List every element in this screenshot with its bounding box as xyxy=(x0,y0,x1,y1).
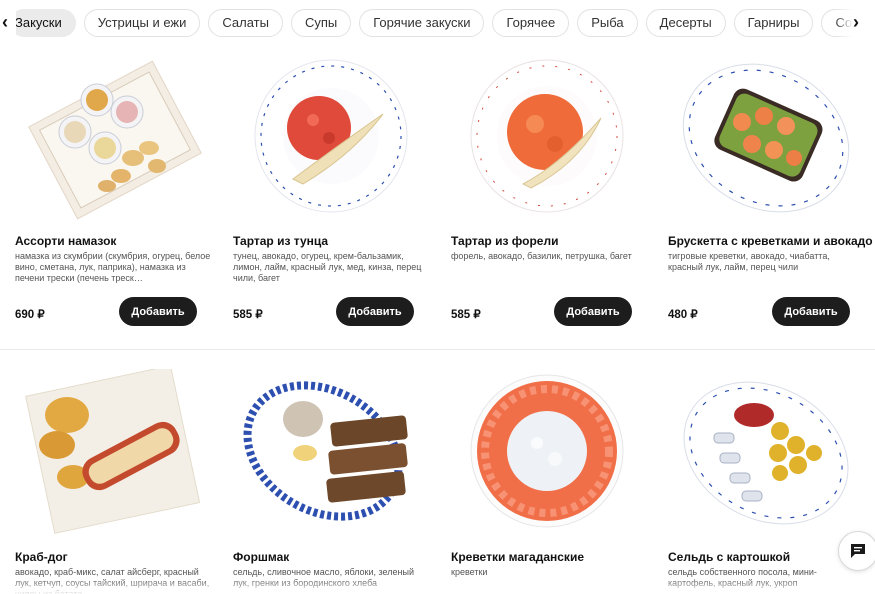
product-description: тигровые креветки, авокадо, чиабатта, кр… xyxy=(668,251,830,272)
product-title[interactable]: Тартар из тунца xyxy=(233,234,328,248)
product-description: тунец, авокадо, огурец, крем-бальзамик, … xyxy=(233,251,422,283)
bottom-fade xyxy=(0,578,875,594)
product-title[interactable]: Краб-дог xyxy=(15,550,68,564)
tab-oysters[interactable]: Устрицы и ежи xyxy=(83,9,201,37)
add-to-cart-button[interactable]: Добавить xyxy=(336,297,414,326)
tab-soups[interactable]: Супы xyxy=(290,9,352,37)
product-card[interactable]: Сельдь с картошкой сельдь собственного п… xyxy=(668,369,868,594)
tab-hot-starters[interactable]: Горячие закуски xyxy=(359,9,485,37)
crab-dog-photo[interactable] xyxy=(15,365,215,539)
trout-tartare-photo[interactable] xyxy=(451,54,651,224)
tab-salads[interactable]: Салаты xyxy=(208,9,283,37)
product-description: форель, авокадо, базилик, петрушка, баге… xyxy=(451,251,632,261)
tuna-tartare-photo[interactable] xyxy=(233,54,433,224)
tab-zakuski[interactable]: Закуски xyxy=(10,9,76,37)
product-price: 480 ₽ xyxy=(668,309,698,321)
tab-sides[interactable]: Гарниры xyxy=(733,9,814,37)
product-description: намазка из скумбрии (скумбрия, огурец, б… xyxy=(15,251,211,283)
chat-button[interactable] xyxy=(838,531,875,571)
herring-potatoes-photo[interactable] xyxy=(668,369,868,539)
product-price: 585 ₽ xyxy=(451,309,481,321)
spreads-assortment-photo[interactable] xyxy=(15,54,215,224)
product-title[interactable]: Креветки магаданские xyxy=(451,550,584,564)
product-title[interactable]: Сельдь с картошкой xyxy=(668,550,790,564)
add-to-cart-button[interactable]: Добавить xyxy=(554,297,632,326)
add-to-cart-button[interactable]: Добавить xyxy=(772,297,850,326)
forshmak-photo[interactable] xyxy=(233,369,433,539)
category-tabs: Закуски Устрицы и ежи Салаты Супы Горячи… xyxy=(10,9,875,37)
product-description: креветки xyxy=(451,567,488,577)
product-card[interactable]: Форшмак сельдь, сливочное масло, яблоки,… xyxy=(233,369,433,594)
chat-bubble-icon xyxy=(851,544,865,558)
tab-fish[interactable]: Рыба xyxy=(577,9,638,37)
product-price: 585 ₽ xyxy=(233,309,263,321)
chevron-right-icon[interactable]: › xyxy=(845,10,867,34)
product-card[interactable]: Краб-дог авокадо, краб-микс, салат айсбе… xyxy=(15,365,215,594)
add-to-cart-button[interactable]: Добавить xyxy=(119,297,197,326)
shrimp-bruschetta-photo[interactable] xyxy=(668,54,868,224)
product-title[interactable]: Форшмак xyxy=(233,550,289,564)
product-card[interactable]: Креветки магаданские креветки xyxy=(451,369,651,594)
tab-hot-dishes[interactable]: Горячее xyxy=(492,9,570,37)
row-divider xyxy=(0,349,875,350)
product-title[interactable]: Ассорти намазок xyxy=(15,234,116,248)
product-title[interactable]: Брускетта с креветками и авокадо xyxy=(668,234,873,248)
category-tabs-bar: Закуски Устрицы и ежи Салаты Супы Горячи… xyxy=(0,0,875,46)
tab-desserts[interactable]: Десерты xyxy=(645,9,726,37)
product-card[interactable]: Ассорти намазок намазка из скумбрии (ску… xyxy=(15,54,215,344)
product-price: 690 ₽ xyxy=(15,309,45,321)
product-title[interactable]: Тартар из форели xyxy=(451,234,558,248)
product-card[interactable]: Тартар из форели форель, авокадо, базили… xyxy=(451,54,651,344)
magadan-shrimp-photo[interactable] xyxy=(451,369,651,539)
product-card[interactable]: Брускетта с креветками и авокадо тигровы… xyxy=(668,54,873,344)
chevron-left-icon[interactable]: ‹ xyxy=(0,10,16,34)
product-card[interactable]: Тартар из тунца тунец, авокадо, огурец, … xyxy=(233,54,433,344)
